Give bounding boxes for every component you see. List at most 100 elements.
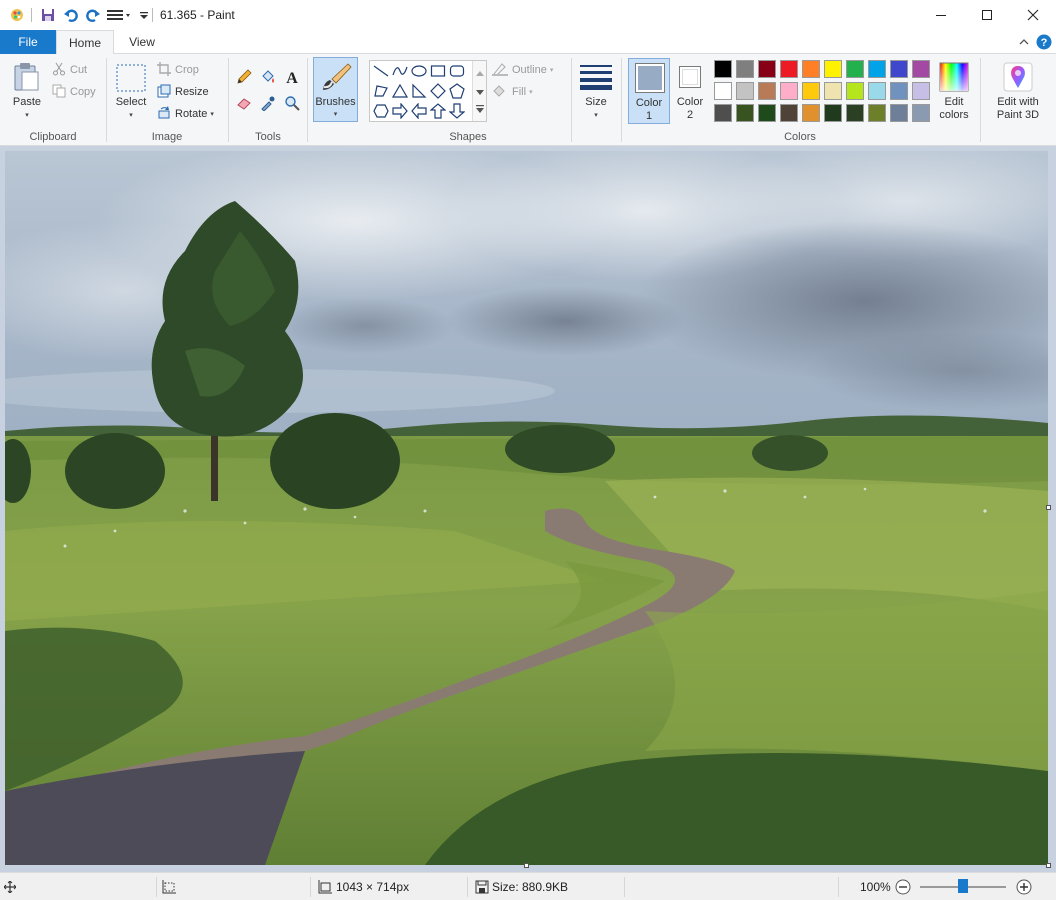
diamond-shape-icon[interactable] (429, 82, 447, 100)
palette-swatch[interactable] (780, 104, 798, 122)
palette-swatch[interactable] (824, 104, 842, 122)
scroll-up-icon[interactable] (476, 65, 484, 79)
palette-swatch[interactable] (824, 82, 842, 100)
crop-icon (157, 61, 171, 79)
brushes-button[interactable]: Brushes ▾ (313, 57, 358, 122)
scroll-down-icon[interactable] (476, 85, 484, 99)
outline-button[interactable]: Outline ▾ (492, 61, 553, 79)
palette-swatch[interactable] (868, 104, 886, 122)
palette-swatch[interactable] (802, 104, 820, 122)
text-icon[interactable]: A (283, 68, 301, 86)
close-button[interactable] (1010, 0, 1056, 30)
tab-file[interactable]: File (0, 30, 56, 54)
customize-toolbar-icon[interactable] (135, 6, 153, 24)
palette-swatch[interactable] (802, 82, 820, 100)
minimize-button[interactable] (918, 0, 964, 30)
window-title: 61.365 - Paint (160, 8, 235, 22)
left-arrow-shape-icon[interactable] (410, 102, 428, 120)
select-button[interactable]: Select ▾ (113, 58, 149, 124)
image-group: Select ▾ Crop Resize Rotate ▾ Image (107, 54, 227, 146)
palette-swatch[interactable] (714, 60, 732, 78)
save-icon[interactable] (39, 6, 57, 24)
up-arrow-shape-icon[interactable] (429, 102, 447, 120)
tab-view[interactable]: View (116, 30, 168, 54)
crop-button[interactable]: Crop (157, 61, 199, 79)
undo-icon[interactable] (62, 6, 80, 24)
palette-swatch[interactable] (890, 82, 908, 100)
resize-button[interactable]: Resize (157, 83, 209, 101)
rotate-button[interactable]: Rotate ▾ (157, 105, 214, 123)
color-picker-icon[interactable] (259, 94, 277, 112)
palette-swatch[interactable] (846, 60, 864, 78)
copy-button[interactable]: Copy (52, 83, 96, 101)
palette-swatch[interactable] (912, 60, 930, 78)
palette-swatch[interactable] (868, 60, 886, 78)
right-arrow-shape-icon[interactable] (391, 102, 409, 120)
rectangle-shape-icon[interactable] (429, 62, 447, 80)
edit-with-paint3d-button[interactable]: Edit with Paint 3D (983, 58, 1053, 124)
copy-icon (52, 84, 66, 101)
paste-button[interactable]: Paste ▾ (6, 58, 48, 124)
magnifier-icon[interactable] (283, 94, 301, 112)
resize-handle-corner[interactable] (1046, 863, 1051, 868)
collapse-ribbon-icon[interactable] (1016, 34, 1032, 50)
resize-handle-right[interactable] (1046, 505, 1051, 510)
palette-swatch[interactable] (868, 82, 886, 100)
palette-swatch[interactable] (912, 104, 930, 122)
palette-swatch[interactable] (846, 104, 864, 122)
hexagon-shape-icon[interactable] (372, 102, 390, 120)
shapes-scrollbar[interactable] (472, 61, 486, 121)
palette-swatch[interactable] (736, 82, 754, 100)
rotate-label: Rotate (175, 108, 208, 120)
color1-button[interactable]: Color 1 (628, 58, 670, 124)
color-spectrum-icon (939, 62, 969, 95)
palette-swatch[interactable] (890, 104, 908, 122)
fill-bucket-icon[interactable] (259, 68, 277, 86)
palette-swatch[interactable] (802, 60, 820, 78)
properties-menu-icon[interactable] (106, 6, 132, 24)
curve-shape-icon[interactable] (391, 62, 409, 80)
paint-app-icon[interactable] (8, 6, 26, 24)
eraser-icon[interactable] (235, 94, 253, 112)
palette-swatch[interactable] (714, 104, 732, 122)
zoom-slider-thumb[interactable] (958, 879, 968, 893)
color2-button[interactable]: Color 2 (672, 58, 708, 124)
line-shape-icon[interactable] (372, 62, 390, 80)
zoom-in-button[interactable] (1016, 873, 1032, 900)
palette-swatch[interactable] (758, 104, 776, 122)
triangle-shape-icon[interactable] (391, 82, 409, 100)
tab-home[interactable]: Home (56, 30, 114, 55)
resize-handle-bottom[interactable] (524, 863, 529, 868)
palette-swatch[interactable] (714, 82, 732, 100)
polygon-shape-icon[interactable] (372, 82, 390, 100)
palette-swatch[interactable] (846, 82, 864, 100)
palette-swatch[interactable] (736, 60, 754, 78)
zoom-out-button[interactable] (895, 873, 911, 900)
palette-swatch[interactable] (890, 60, 908, 78)
palette-swatch[interactable] (758, 82, 776, 100)
help-icon[interactable]: ? (1036, 34, 1052, 50)
drawing-canvas[interactable] (5, 151, 1048, 865)
palette-swatch[interactable] (758, 60, 776, 78)
expand-gallery-icon[interactable] (476, 103, 484, 117)
down-arrow-shape-icon[interactable] (448, 102, 466, 120)
maximize-button[interactable] (964, 0, 1010, 30)
pencil-icon[interactable] (235, 68, 253, 86)
pentagon-shape-icon[interactable] (448, 82, 466, 100)
redo-icon[interactable] (84, 6, 102, 24)
palette-swatch[interactable] (912, 82, 930, 100)
oval-shape-icon[interactable] (410, 62, 428, 80)
rounded-rectangle-shape-icon[interactable] (448, 62, 466, 80)
palette-swatch[interactable] (780, 60, 798, 78)
palette-swatch[interactable] (824, 60, 842, 78)
resize-label: Resize (175, 86, 209, 98)
edit-colors-button[interactable]: Edit colors (934, 58, 974, 124)
size-button[interactable]: Size ▾ (576, 58, 616, 124)
palette-swatch[interactable] (736, 104, 754, 122)
fill-button[interactable]: Fill ▾ (492, 83, 533, 101)
palette-swatch[interactable] (780, 82, 798, 100)
color1-label: Color (635, 97, 663, 109)
zoom-slider[interactable] (920, 873, 1008, 900)
right-triangle-shape-icon[interactable] (410, 82, 428, 100)
cut-button[interactable]: Cut (52, 61, 87, 79)
